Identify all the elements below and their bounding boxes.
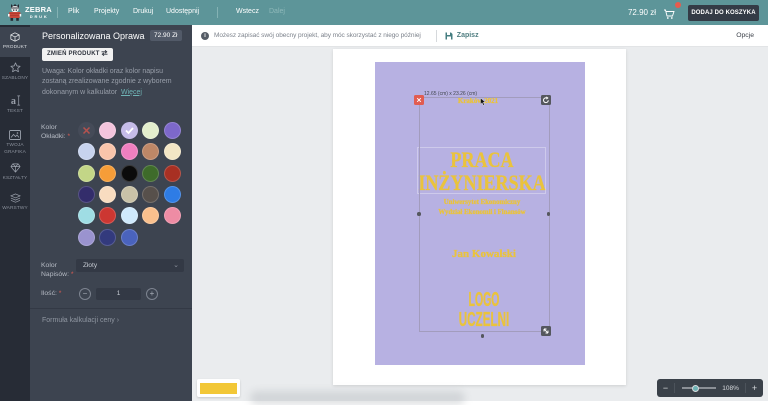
svg-text:a: a: [10, 96, 15, 106]
